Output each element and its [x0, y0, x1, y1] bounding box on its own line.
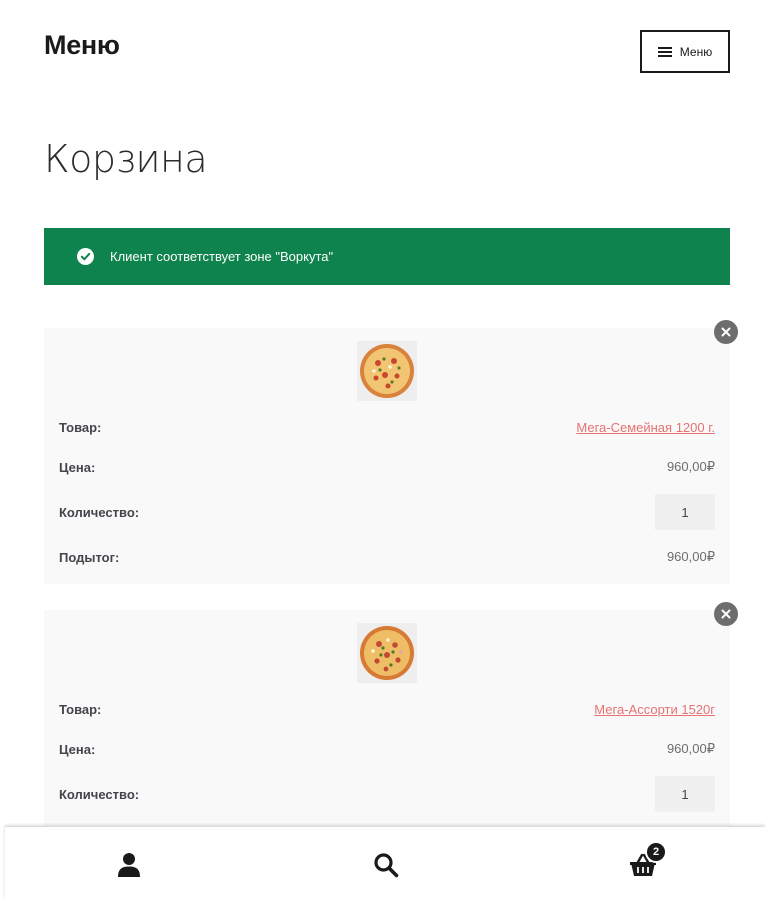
- product-link[interactable]: Мега-Семейная 1200 г.: [576, 420, 715, 435]
- quantity-row: Количество: 1: [59, 776, 715, 812]
- notice-text: Клиент соответствует зоне "Воркута": [110, 249, 334, 264]
- remove-item-button[interactable]: [714, 602, 738, 626]
- success-notice: Клиент соответствует зоне "Воркута": [44, 228, 730, 285]
- site-title[interactable]: Меню: [44, 30, 120, 61]
- product-label: Товар:: [59, 702, 102, 717]
- user-icon: [118, 853, 140, 877]
- price-row: Цена: 960,00₽: [59, 459, 715, 475]
- check-circle-icon: [77, 248, 94, 265]
- pizza-image: [360, 626, 414, 680]
- search-icon: [374, 853, 399, 878]
- menu-toggle-button[interactable]: Меню: [640, 30, 730, 73]
- page-title: Корзина: [44, 137, 208, 181]
- search-button[interactable]: [372, 851, 400, 879]
- close-icon: [721, 327, 731, 337]
- cart-count-badge: 2: [645, 841, 667, 863]
- account-button[interactable]: [115, 851, 143, 879]
- cart-item: Товар: Мега-Ассорти 1520г Цена: 960,00₽ …: [44, 602, 738, 840]
- quantity-input[interactable]: 1: [655, 776, 715, 812]
- close-icon: [721, 609, 731, 619]
- mobile-bottom-bar: 2: [5, 826, 765, 900]
- product-thumbnail[interactable]: [357, 623, 417, 683]
- hamburger-icon: [657, 46, 672, 57]
- product-label: Товар:: [59, 420, 102, 435]
- cart-button[interactable]: 2: [629, 841, 667, 879]
- quantity-input[interactable]: 1: [655, 494, 715, 530]
- remove-item-button[interactable]: [714, 320, 738, 344]
- quantity-row: Количество: 1: [59, 494, 715, 530]
- product-row: Товар: Мега-Ассорти 1520г: [59, 702, 715, 717]
- quantity-label: Количество:: [59, 504, 140, 520]
- subtotal-value: 960,00₽: [666, 549, 715, 564]
- price-value: 960,00₽: [666, 741, 715, 756]
- product-thumbnail[interactable]: [357, 341, 417, 401]
- site-header: Меню Меню: [0, 0, 765, 110]
- quantity-label: Количество:: [59, 786, 140, 802]
- price-row: Цена: 960,00₽: [59, 741, 715, 757]
- product-link[interactable]: Мега-Ассорти 1520г: [594, 702, 715, 717]
- cart-item: Товар: Мега-Семейная 1200 г. Цена: 960,0…: [44, 320, 738, 584]
- pizza-image: [360, 344, 414, 398]
- price-label: Цена:: [59, 459, 96, 475]
- subtotal-label: Подытог:: [59, 549, 120, 565]
- subtotal-row: Подытог: 960,00₽: [59, 549, 715, 565]
- price-label: Цена:: [59, 741, 96, 757]
- price-value: 960,00₽: [666, 459, 715, 474]
- product-row: Товар: Мега-Семейная 1200 г.: [59, 420, 715, 435]
- menu-toggle-label: Меню: [679, 44, 713, 59]
